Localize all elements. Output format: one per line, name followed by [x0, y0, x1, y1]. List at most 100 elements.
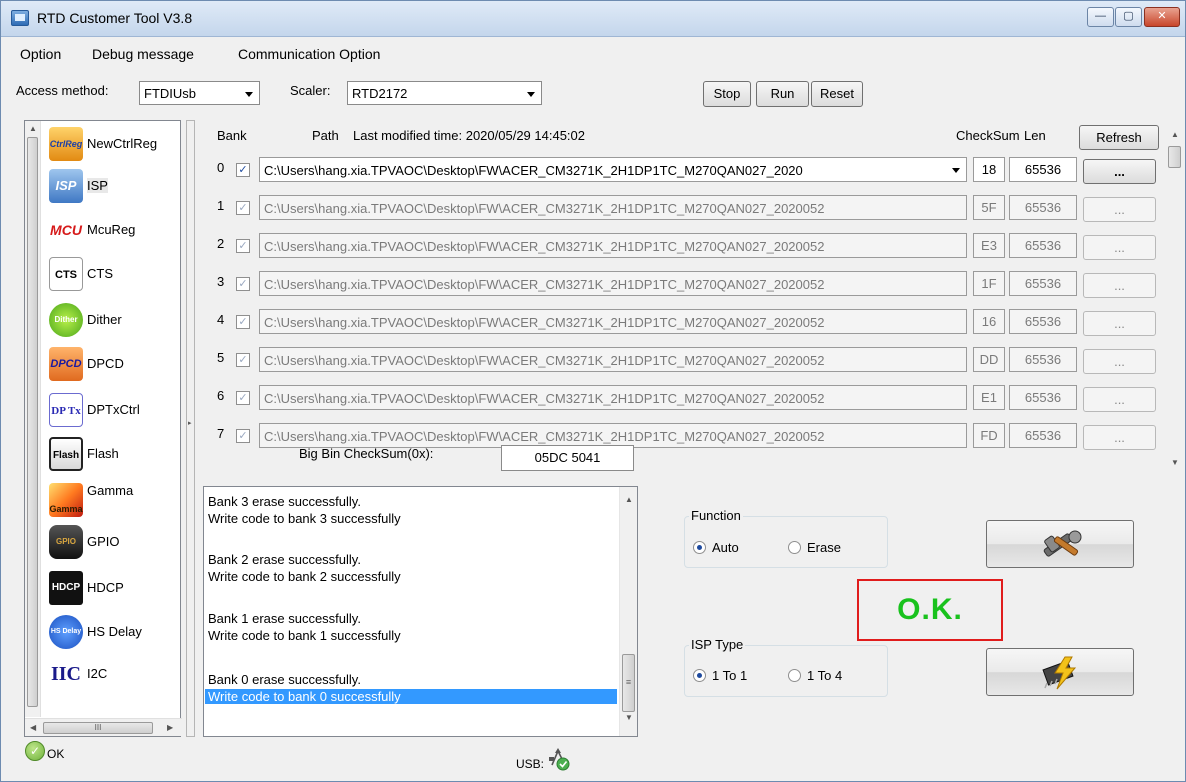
sidebar-item-label: DPTxCtrl	[87, 402, 140, 417]
sidebar-item-label: ISP	[87, 178, 108, 193]
menu-communication-option[interactable]: Communication Option	[238, 46, 380, 62]
splitter-arrow-icon[interactable]: ▸	[188, 419, 192, 427]
tools-button[interactable]	[986, 520, 1134, 568]
vertical-scrollbar[interactable]: ▲ ▼	[1166, 120, 1183, 480]
sidebar-item-label: McuReg	[87, 222, 136, 237]
browse-button[interactable]: ...	[1083, 311, 1156, 336]
bank-len: 65536	[1009, 385, 1077, 410]
one-to-one-label[interactable]: 1 To 1	[712, 668, 747, 683]
bank-path[interactable]: C:\Users\hang.xia.TPVAOC\Desktop\FW\ACER…	[259, 195, 967, 220]
tools-icon	[1043, 530, 1082, 557]
scaler-select[interactable]: RTD2172	[347, 81, 542, 105]
browse-button[interactable]: ...	[1083, 159, 1156, 184]
sidebar-item-newctrlreg[interactable]: CtrlReg NewCtrlReg	[47, 123, 181, 165]
browse-button[interactable]: ...	[1083, 387, 1156, 412]
run-button[interactable]: Run	[756, 81, 809, 107]
vertical-scrollbar[interactable]: ▲ ≡ ▼	[619, 487, 637, 736]
function-title: Function	[689, 508, 743, 523]
browse-button[interactable]: ...	[1083, 273, 1156, 298]
bank-len: 65536	[1009, 233, 1077, 258]
sidebar-item-gamma[interactable]: Gamma Gamma	[47, 479, 181, 521]
bank-checkbox[interactable]: ✓	[236, 391, 250, 405]
scroll-up-icon[interactable]: ▲	[625, 495, 633, 504]
browse-button[interactable]: ...	[1083, 197, 1156, 222]
program-button[interactable]	[986, 648, 1134, 696]
scroll-thumb[interactable]	[1168, 146, 1181, 168]
bank-path[interactable]: C:\Users\hang.xia.TPVAOC\Desktop\FW\ACER…	[259, 233, 967, 258]
sidebar-item-i2c[interactable]: IIC I2C	[47, 653, 181, 695]
bank-len: 65536	[1009, 271, 1077, 296]
bank-row-0: 0 ✓ C:\Users\hang.xia.TPVAOC\Desktop\FW\…	[203, 154, 1163, 184]
scroll-right-icon[interactable]: ▶	[167, 723, 173, 732]
maximize-button[interactable]: ▢	[1115, 7, 1142, 27]
bank-path[interactable]: C:\Users\hang.xia.TPVAOC\Desktop\FW\ACER…	[259, 347, 967, 372]
horizontal-scrollbar[interactable]: ◀ III ▶	[25, 718, 182, 736]
sidebar-item-dpcd[interactable]: DPCD DPCD	[47, 343, 181, 385]
stop-button[interactable]: Stop	[703, 81, 751, 107]
scroll-thumb[interactable]: III	[43, 722, 153, 734]
erase-radio[interactable]	[788, 541, 801, 554]
browse-button[interactable]: ...	[1083, 235, 1156, 260]
bank-checkbox[interactable]: ✓	[236, 429, 250, 443]
log-line-selected: Write code to bank 0 successfully	[205, 689, 617, 704]
log-box[interactable]: Bank 3 erase successfully. Write code to…	[203, 486, 638, 737]
sidebar-item-gpio[interactable]: GPIO GPIO	[47, 521, 181, 563]
dropdown-arrow-icon	[245, 92, 253, 97]
erase-label[interactable]: Erase	[807, 540, 841, 555]
scroll-down-icon[interactable]: ▼	[1171, 458, 1179, 467]
bank-path[interactable]: C:\Users\hang.xia.TPVAOC\Desktop\FW\ACER…	[259, 309, 967, 334]
scroll-up-icon[interactable]: ▲	[29, 124, 37, 133]
bank-checkbox[interactable]: ✓	[236, 277, 250, 291]
sidebar-item-isp[interactable]: ISP ISP	[47, 165, 181, 207]
bank-checkbox[interactable]: ✓	[236, 239, 250, 253]
minimize-button[interactable]: —	[1087, 7, 1114, 27]
bank-checkbox[interactable]: ✓	[236, 353, 250, 367]
sidebar-item-label: Dither	[87, 312, 122, 327]
bank-path-select[interactable]: C:\Users\hang.xia.TPVAOC\Desktop\FW\ACER…	[259, 157, 967, 182]
auto-label[interactable]: Auto	[712, 540, 739, 555]
sidebar-item-cts[interactable]: CTS CTS	[47, 253, 181, 295]
bank-len: 65536	[1009, 195, 1077, 220]
title-bar: RTD Customer Tool V3.8 — ▢ ✕	[1, 1, 1185, 37]
browse-button[interactable]: ...	[1083, 425, 1156, 450]
bank-path[interactable]: C:\Users\hang.xia.TPVAOC\Desktop\FW\ACER…	[259, 385, 967, 410]
menu-option[interactable]: Option	[20, 46, 61, 62]
refresh-button[interactable]: Refresh	[1079, 125, 1159, 150]
sidebar-item-dptxctrl[interactable]: DP Tx DPTxCtrl	[47, 389, 181, 431]
sidebar-item-hs-delay[interactable]: HS Delay HS Delay	[47, 611, 181, 653]
one-to-four-label[interactable]: 1 To 4	[807, 668, 842, 683]
menu-debug-message[interactable]: Debug message	[92, 46, 194, 62]
usb-icon	[549, 748, 570, 771]
panel-splitter[interactable]: ▸	[186, 120, 195, 737]
bank-checkbox[interactable]: ✓	[236, 315, 250, 329]
bank-checkbox[interactable]: ✓	[236, 163, 250, 177]
scroll-thumb[interactable]	[27, 137, 38, 707]
access-method-select[interactable]: FTDIUsb	[139, 81, 260, 105]
scroll-down-icon[interactable]: ▼	[625, 713, 633, 722]
path-header: Path	[312, 128, 339, 143]
isp-icon: ISP	[49, 169, 83, 203]
bank-header: Bank	[217, 128, 247, 143]
bank-checkbox[interactable]: ✓	[236, 201, 250, 215]
scroll-left-icon[interactable]: ◀	[30, 723, 36, 732]
vertical-scrollbar[interactable]: ▲	[25, 121, 41, 717]
sidebar-item-hdcp[interactable]: HDCP HDCP	[47, 567, 181, 609]
auto-radio[interactable]	[693, 541, 706, 554]
big-bin-checksum-label: Big Bin CheckSum(0x):	[299, 446, 434, 461]
close-button[interactable]: ✕	[1144, 7, 1180, 27]
sidebar-item-mcureg[interactable]: MCU McuReg	[47, 209, 181, 251]
sidebar-item-flash[interactable]: Flash Flash	[47, 433, 181, 475]
sidebar-item-label: Flash	[87, 446, 119, 461]
module-list: ▲ CtrlReg NewCtrlReg ISP ISP MCU McuReg …	[24, 120, 182, 737]
scroll-thumb[interactable]: ≡	[622, 654, 635, 712]
reset-button[interactable]: Reset	[811, 81, 863, 107]
browse-button[interactable]: ...	[1083, 349, 1156, 374]
one-to-one-radio[interactable]	[693, 669, 706, 682]
sidebar-item-dither[interactable]: Dither Dither	[47, 299, 181, 341]
scroll-up-icon[interactable]: ▲	[1171, 130, 1179, 139]
bank-path[interactable]: C:\Users\hang.xia.TPVAOC\Desktop\FW\ACER…	[259, 271, 967, 296]
bank-number: 2	[217, 236, 225, 251]
one-to-four-radio[interactable]	[788, 669, 801, 682]
bank-number: 3	[217, 274, 225, 289]
bank-row-1: 1 ✓ C:\Users\hang.xia.TPVAOC\Desktop\FW\…	[203, 192, 1163, 222]
